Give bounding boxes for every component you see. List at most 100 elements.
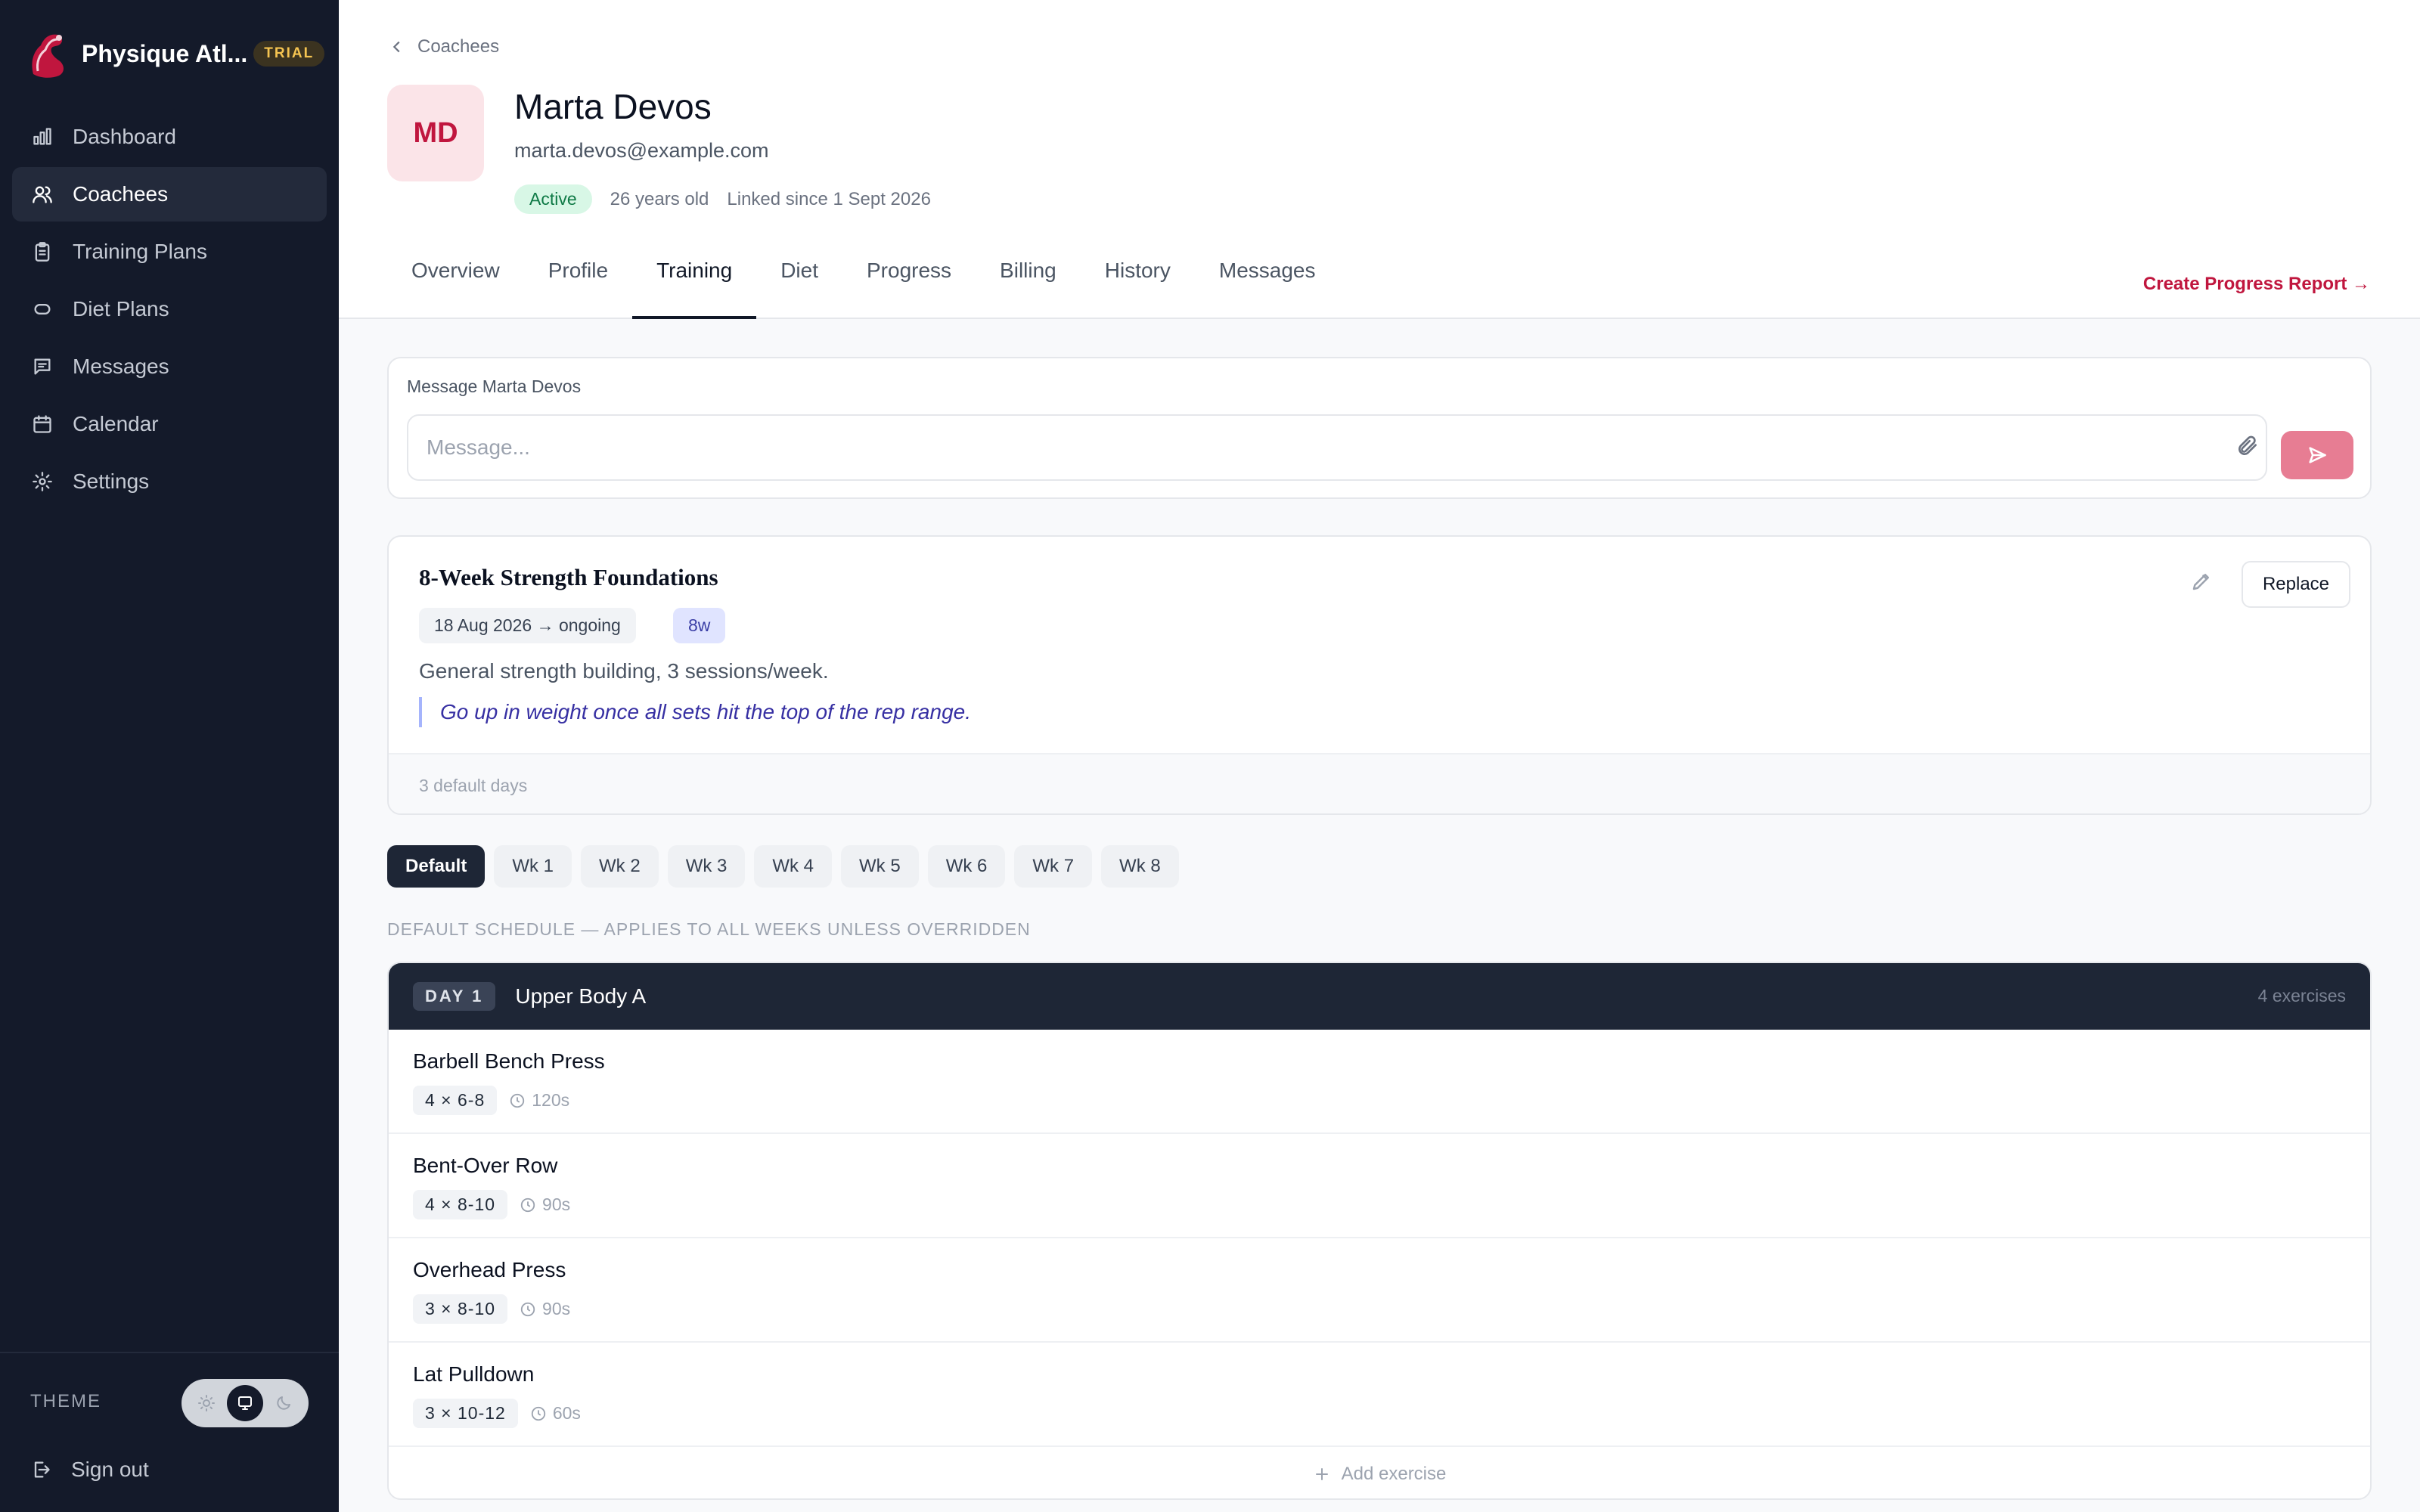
clock-icon (520, 1198, 535, 1212)
chevron-left-icon (392, 41, 400, 53)
exercise-row[interactable]: Lat Pulldown 3 × 10-12 60s (389, 1343, 2370, 1447)
exercise-row[interactable]: Bent-Over Row 4 × 8-10 90s (389, 1134, 2370, 1238)
send-button[interactable] (2281, 431, 2353, 479)
plan-note: Go up in weight once all sets hit the to… (419, 697, 971, 727)
week-chip-2[interactable]: Wk 2 (581, 845, 659, 888)
sidebar-item-calendar[interactable]: Calendar (12, 397, 327, 451)
avatar: MD (387, 85, 484, 181)
training-plan-card: 8-Week Strength Foundations 18 Aug 2026 … (387, 535, 2372, 815)
exercise-rest: 90s (520, 1299, 570, 1319)
theme-light-sun-icon[interactable] (188, 1385, 225, 1421)
plus-icon (1315, 1468, 1328, 1480)
sign-out-label: Sign out (71, 1458, 149, 1481)
week-chip-1[interactable]: Wk 1 (494, 845, 572, 888)
sidebar-item-label: Coachees (73, 182, 169, 206)
exercise-sets: 3 × 8-10 (413, 1294, 508, 1324)
week-chip-3[interactable]: Wk 3 (667, 845, 746, 888)
message-composer: Message Marta Devos (387, 357, 2372, 499)
sidebar-item-label: Training Plans (73, 240, 207, 263)
rest-value: 120s (532, 1090, 570, 1110)
plan-footer: 3 default days (389, 753, 2370, 813)
app-name: Physique Atl... (82, 39, 248, 67)
sidebar: Physique Atl... TRIAL Dashboard Coachees… (0, 0, 339, 1512)
sign-out-button[interactable]: Sign out (30, 1458, 149, 1482)
calendar-icon (32, 414, 53, 435)
week-selector: Default Wk 1 Wk 2 Wk 3 Wk 4 Wk 5 Wk 6 Wk… (387, 845, 1188, 888)
back-to-coachees-link[interactable]: Coachees (389, 36, 499, 57)
paperclip-icon[interactable] (2235, 434, 2260, 458)
week-chip-5[interactable]: Wk 5 (841, 845, 919, 888)
client-meta: Active 26 years old Linked since 1 Sept … (514, 184, 931, 214)
week-chip-default[interactable]: Default (387, 845, 486, 888)
client-email: marta.devos@example.com (514, 139, 769, 162)
bar-chart-icon (32, 126, 53, 147)
week-chip-7[interactable]: Wk 7 (1014, 845, 1093, 888)
send-icon (2309, 447, 2326, 463)
clock-icon (520, 1302, 535, 1316)
users-icon (32, 184, 53, 205)
exercise-meta: 4 × 8-10 90s (413, 1190, 570, 1219)
tab-history[interactable]: History (1081, 251, 1195, 319)
tab-billing[interactable]: Billing (976, 251, 1081, 319)
exercise-row[interactable]: Barbell Bench Press 4 × 6-8 120s (389, 1030, 2370, 1134)
create-progress-report-link[interactable]: Create Progress Report → (2143, 274, 2370, 295)
add-exercise-button[interactable]: Add exercise (389, 1447, 2370, 1498)
sidebar-item-training-plans[interactable]: Training Plans (12, 225, 327, 279)
rest-value: 60s (552, 1403, 581, 1423)
rest-value: 90s (542, 1194, 571, 1214)
tab-profile[interactable]: Profile (524, 251, 632, 319)
sidebar-item-settings[interactable]: Settings (12, 454, 327, 509)
page-title: Marta Devos (514, 87, 712, 126)
plan-date-range: 18 Aug 2026 → ongoing (419, 608, 636, 643)
exercise-row[interactable]: Overhead Press 3 × 8-10 90s (389, 1238, 2370, 1343)
exercise-rest: 120s (509, 1090, 569, 1111)
sidebar-item-dashboard[interactable]: Dashboard (12, 110, 327, 164)
exercise-meta: 3 × 8-10 90s (413, 1294, 570, 1324)
day-header[interactable]: DAY 1 Upper Body A 4 exercises (389, 963, 2370, 1030)
schedule-caption: DEFAULT SCHEDULE — APPLIES TO ALL WEEKS … (387, 919, 1031, 939)
theme-system-monitor-icon[interactable] (226, 1385, 263, 1421)
replace-plan-button[interactable]: Replace (2242, 561, 2350, 608)
plan-description: General strength building, 3 sessions/we… (419, 659, 829, 683)
add-exercise-label: Add exercise (1341, 1464, 1447, 1484)
client-age: 26 years old (610, 188, 709, 209)
coachee-header: Coachees MD Marta Devos marta.devos@exam… (339, 0, 2420, 319)
exercise-sets: 4 × 6-8 (413, 1086, 498, 1115)
message-label: Message Marta Devos (407, 376, 582, 396)
day-title: Upper Body A (515, 984, 647, 1008)
tab-diet[interactable]: Diet (756, 251, 842, 319)
flexed-arm-logo-icon (27, 29, 70, 79)
tab-progress[interactable]: Progress (842, 251, 976, 319)
week-chip-6[interactable]: Wk 6 (927, 845, 1006, 888)
exercise-count: 4 exercises (2257, 986, 2346, 1005)
main-content: Coachees MD Marta Devos marta.devos@exam… (339, 0, 2420, 1512)
sidebar-item-diet-plans[interactable]: Diet Plans (12, 282, 327, 336)
rest-value: 90s (542, 1299, 571, 1318)
exercise-name: Lat Pulldown (413, 1362, 535, 1386)
exercise-meta: 4 × 6-8 120s (413, 1086, 569, 1115)
sidebar-item-label: Messages (73, 355, 169, 378)
tab-messages[interactable]: Messages (1195, 251, 1340, 319)
tab-training[interactable]: Training (632, 251, 757, 319)
sidebar-item-label: Diet Plans (73, 297, 169, 321)
exercise-sets: 4 × 8-10 (413, 1190, 508, 1219)
sidebar-item-label: Dashboard (73, 125, 176, 148)
trial-badge: TRIAL (253, 41, 325, 67)
sidebar-item-label: Settings (73, 469, 150, 493)
week-chip-4[interactable]: Wk 4 (754, 845, 833, 888)
sidebar-item-messages[interactable]: Messages (12, 339, 327, 394)
sidebar-item-coachees[interactable]: Coachees (12, 167, 327, 222)
plan-duration-badge: 8w (673, 608, 726, 643)
brand[interactable]: Physique Atl... TRIAL (27, 29, 325, 79)
pencil-icon[interactable] (2190, 570, 2213, 593)
clock-icon (510, 1093, 525, 1108)
message-input[interactable] (407, 414, 2267, 481)
exercise-name: Bent-Over Row (413, 1154, 558, 1177)
exercise-name: Barbell Bench Press (413, 1049, 605, 1073)
theme-dark-moon-icon[interactable] (265, 1385, 302, 1421)
tab-overview[interactable]: Overview (387, 251, 524, 319)
week-chip-8[interactable]: Wk 8 (1101, 845, 1179, 888)
plan-title: 8-Week Strength Foundations (419, 564, 718, 590)
exercise-list: Barbell Bench Press 4 × 6-8 120s Bent-Ov… (389, 1030, 2370, 1447)
clock-icon (531, 1406, 546, 1421)
